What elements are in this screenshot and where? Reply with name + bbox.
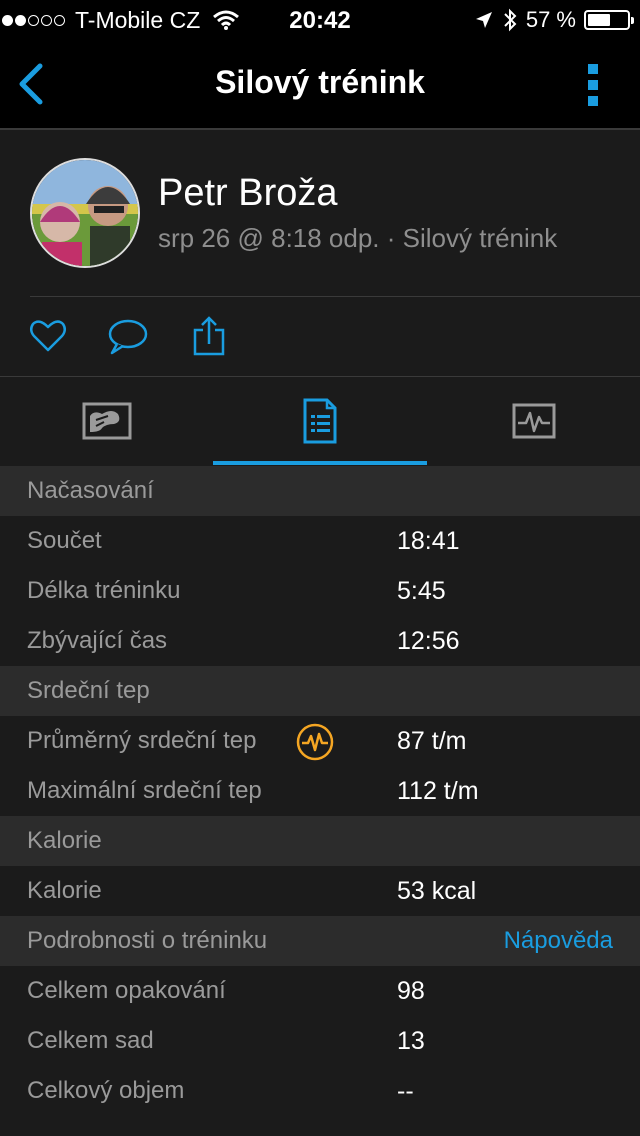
chart-icon [512,403,555,439]
row-value: 12:56 [397,627,460,655]
bluetooth-icon [504,8,517,32]
section-title: Kalorie [27,827,102,854]
list-item: Maximální srdeční tep 112 t/m [0,766,640,816]
row-label: Celkem sad [27,1027,154,1054]
section-header-timing: Načasování [0,466,640,516]
list-item: Celkový objem -- [0,1066,640,1116]
battery-percent: 57 % [525,7,576,32]
avatar[interactable] [30,158,140,268]
list-item: Součet 18:41 [0,516,640,566]
row-value: 112 t/m [397,777,479,805]
row-label: Celkový objem [27,1077,185,1104]
share-icon[interactable] [190,314,230,358]
more-options-icon[interactable] [586,62,600,108]
section-title: Srdeční tep [27,677,150,704]
location-arrow-icon [475,12,492,28]
row-label: Délka tréninku [27,577,181,604]
section-title: Podrobnosti o tréninku [27,927,268,954]
list-item: Celkem opakování 98 [0,966,640,1016]
section-header-heart-rate: Srdeční tep [0,666,640,716]
row-label: Celkem opakování [27,977,226,1004]
details-icon [303,398,337,444]
activity-meta: srp 26 @ 8:18 odp. · Silový trénink [158,223,558,253]
heart-icon[interactable] [28,314,68,358]
status-bar: T-Mobile CZ 20:42 57 % [0,0,640,40]
row-value: 18:41 [397,527,460,555]
section-header-details: Podrobnosti o tréninku Nápověda [0,916,640,966]
tab-bar [0,377,640,465]
row-value: 5:45 [397,577,446,605]
row-value: 13 [397,1027,425,1055]
row-label: Kalorie [27,877,102,904]
list-item: Zbývající čas 12:56 [0,616,640,666]
comment-icon[interactable] [107,314,149,358]
row-value: 87 t/m [397,727,467,755]
help-link[interactable]: Nápověda [504,916,613,966]
heart-rate-icon[interactable] [296,723,334,761]
nav-bar: Silový trénink [0,40,640,130]
user-name[interactable]: Petr Broža [158,172,338,215]
tab-map[interactable] [0,377,213,465]
row-value: 98 [397,977,425,1005]
row-label: Zbývající čas [27,627,168,654]
list-item: Kalorie 53 kcal [0,866,640,916]
row-value: -- [397,1077,414,1105]
list-item: Délka tréninku 5:45 [0,566,640,616]
tab-details[interactable] [213,377,427,465]
row-label: Součet [27,527,102,554]
row-value: 53 kcal [397,877,477,905]
page-title: Silový trénink [215,64,425,100]
summary-list: Načasování Součet 18:41 Délka tréninku 5… [0,466,640,1116]
tab-chart[interactable] [427,377,640,465]
list-item: Celkem sad 13 [0,1016,640,1066]
row-label: Průměrný srdeční tep [27,727,257,754]
battery-icon [584,10,634,30]
list-item: Průměrný srdeční tep 87 t/m [0,716,640,766]
section-header-calories: Kalorie [0,816,640,866]
section-title: Načasování [27,477,154,504]
map-icon [82,402,131,440]
row-label: Maximální srdeční tep [27,777,262,804]
divider [30,296,640,297]
status-right: 57 % [474,6,634,34]
